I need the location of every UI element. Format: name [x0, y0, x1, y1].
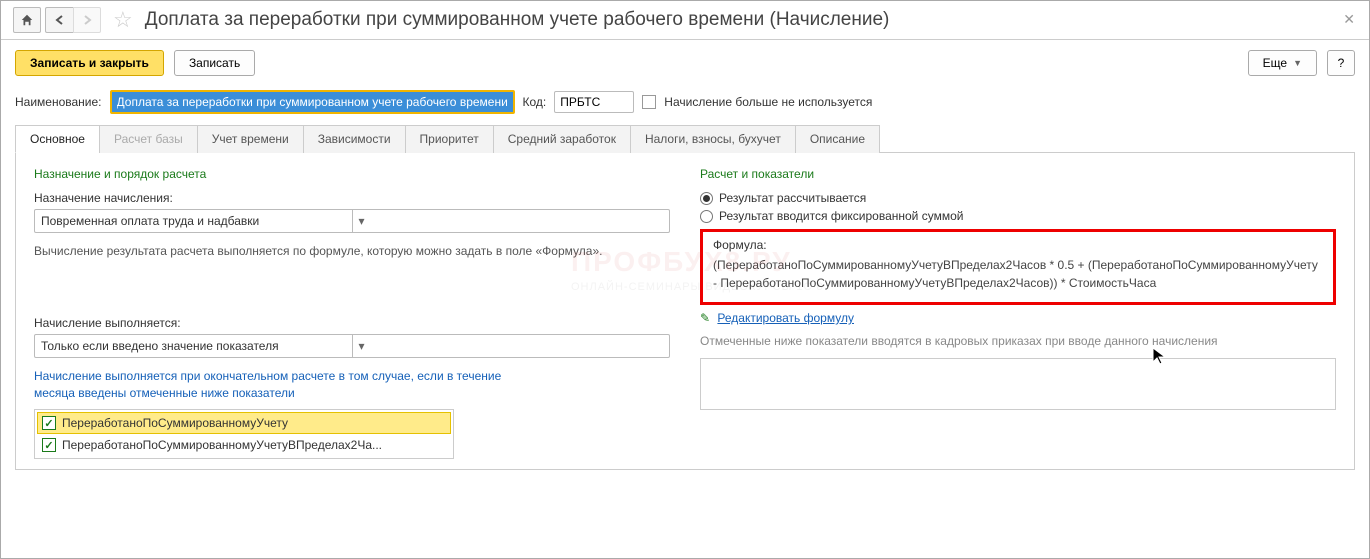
- edit-formula-row: ✎ Редактировать формулу: [700, 311, 1336, 325]
- indicators-box[interactable]: [700, 358, 1336, 410]
- radio-label: Результат рассчитывается: [719, 191, 866, 205]
- radio-icon: [700, 192, 713, 205]
- exec-blue-note: Начисление выполняется при окончательном…: [34, 368, 504, 402]
- back-button[interactable]: [45, 7, 73, 33]
- purpose-label: Назначение начисления:: [34, 191, 670, 205]
- calc-note: Вычисление результата расчета выполняетс…: [34, 243, 670, 260]
- tab-time[interactable]: Учет времени: [197, 125, 304, 153]
- exec-value: Только если введено значение показателя: [35, 335, 352, 357]
- indicator-list: ✓ ПереработаноПоСуммированномуУчету ✓ Пе…: [34, 409, 454, 459]
- left-section-title: Назначение и порядок расчета: [34, 167, 670, 181]
- radio-label: Результат вводится фиксированной суммой: [719, 209, 963, 223]
- home-button[interactable]: [13, 7, 41, 33]
- code-input[interactable]: [554, 91, 634, 113]
- exec-label: Начисление выполняется:: [34, 316, 670, 330]
- tab-priority[interactable]: Приоритет: [405, 125, 494, 153]
- favorite-star-icon[interactable]: ☆: [113, 7, 133, 33]
- not-used-label: Начисление больше не используется: [664, 95, 872, 109]
- edit-formula-link[interactable]: Редактировать формулу: [717, 311, 854, 325]
- close-icon[interactable]: ✕: [1343, 11, 1355, 28]
- indicators-note: Отмеченные ниже показатели вводятся в ка…: [700, 333, 1336, 350]
- page-title: Доплата за переработки при суммированном…: [145, 9, 890, 31]
- not-used-checkbox[interactable]: [642, 95, 656, 109]
- name-input[interactable]: [110, 90, 515, 114]
- right-section-title: Расчет и показатели: [700, 167, 1336, 181]
- name-label: Наименование:: [15, 95, 102, 109]
- forward-button[interactable]: [73, 7, 101, 33]
- exec-select[interactable]: Только если введено значение показателя …: [34, 334, 670, 358]
- tab-average[interactable]: Средний заработок: [493, 125, 631, 153]
- indicator-row[interactable]: ✓ ПереработаноПоСуммированномуУчетуВПред…: [37, 434, 451, 456]
- radio-calculated[interactable]: Результат рассчитывается: [700, 191, 1336, 205]
- formula-box: Формула: (ПереработаноПоСуммированномуУч…: [700, 229, 1336, 305]
- chevron-down-icon: ▼: [1293, 58, 1302, 68]
- formula-text: (ПереработаноПоСуммированномуУчетуВПреде…: [713, 256, 1323, 292]
- radio-fixed[interactable]: Результат вводится фиксированной суммой: [700, 209, 1336, 223]
- indicator-label: ПереработаноПоСуммированномуУчету: [62, 416, 288, 430]
- tab-base[interactable]: Расчет базы: [99, 125, 198, 153]
- tabs: Основное Расчет базы Учет времени Зависи…: [15, 124, 1355, 153]
- chevron-down-icon[interactable]: ▾: [352, 210, 670, 232]
- more-label: Еще: [1263, 56, 1287, 70]
- chevron-down-icon[interactable]: ▾: [352, 335, 670, 357]
- check-icon[interactable]: ✓: [42, 416, 56, 430]
- indicator-label: ПереработаноПоСуммированномуУчетуВПредел…: [62, 438, 382, 452]
- indicator-row[interactable]: ✓ ПереработаноПоСуммированномуУчету: [37, 412, 451, 434]
- save-and-close-button[interactable]: Записать и закрыть: [15, 50, 164, 76]
- radio-icon: [700, 210, 713, 223]
- code-label: Код:: [523, 95, 547, 109]
- save-button[interactable]: Записать: [174, 50, 255, 76]
- more-button[interactable]: Еще ▼: [1248, 50, 1317, 76]
- check-icon[interactable]: ✓: [42, 438, 56, 452]
- tab-deps[interactable]: Зависимости: [303, 125, 406, 153]
- purpose-value: Повременная оплата труда и надбавки: [35, 210, 352, 232]
- tab-description[interactable]: Описание: [795, 125, 880, 153]
- tab-taxes[interactable]: Налоги, взносы, бухучет: [630, 125, 796, 153]
- purpose-select[interactable]: Повременная оплата труда и надбавки ▾: [34, 209, 670, 233]
- tab-main[interactable]: Основное: [15, 125, 100, 153]
- pencil-icon: ✎: [700, 311, 710, 325]
- help-button[interactable]: ?: [1327, 50, 1355, 76]
- formula-label: Формула:: [713, 238, 1323, 252]
